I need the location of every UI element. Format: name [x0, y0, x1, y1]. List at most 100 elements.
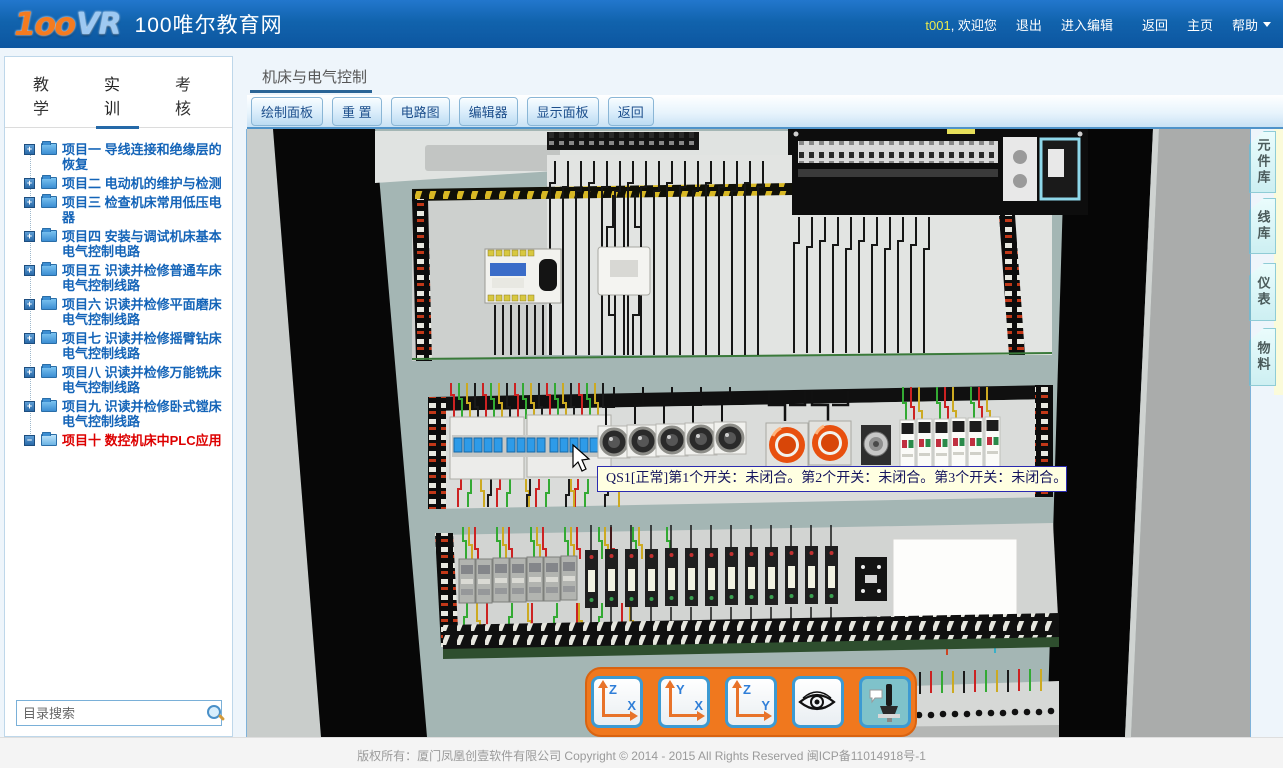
header-menu: t001, 欢迎您 退出 进入编辑 返回 主页 帮助 — [925, 0, 1271, 48]
page-title: 机床与电气控制 — [262, 66, 367, 87]
view-yx-button[interactable]: Y X — [658, 676, 710, 728]
top-header-bar: 1oo VR 100唯尔教育网 t001, 欢迎您 退出 进入编辑 返回 主页 … — [0, 0, 1283, 48]
view-zy-button[interactable]: Z Y — [725, 676, 777, 728]
push-button-2[interactable] — [627, 425, 659, 457]
plus-icon[interactable]: + — [24, 401, 35, 412]
tab-practice[interactable]: 实训 — [90, 69, 145, 127]
sidebar-item-project-7[interactable]: + 项目七 识读并检修摇臂钻床电气控制线路 — [5, 329, 228, 363]
plus-icon[interactable]: + — [24, 299, 35, 310]
editor-button[interactable]: 编辑器 — [459, 97, 518, 126]
circuit-diagram-button[interactable]: 电路图 — [391, 97, 450, 126]
eye-icon — [795, 680, 839, 724]
logout-link[interactable]: 退出 — [1016, 15, 1042, 34]
tab-assessment[interactable]: 考核 — [161, 69, 216, 127]
emergency-stop-button-2[interactable] — [809, 421, 851, 465]
tree-item-label: 项目二 电动机的维护与检测 — [62, 176, 222, 191]
circuit-breaker-group-qs1[interactable] — [450, 415, 611, 479]
folder-icon — [41, 332, 57, 344]
status-tooltip: QS1[正常]第1个开关：未闭合。第2个开关：未闭合。第3个开关：未闭合。 — [597, 466, 1067, 492]
contactor-group[interactable] — [459, 556, 577, 603]
site-logo[interactable]: 1oo VR — [14, 5, 121, 43]
sidebar-tabs: 教学 实训 考核 — [5, 57, 232, 128]
tree-item-label: 项目五 识读并检修普通车床电气控制线路 — [62, 263, 222, 293]
scene-toolbar: 绘制面板 重 置 电路图 编辑器 显示面板 返回 — [247, 95, 1283, 129]
3d-viewport[interactable]: QS1[正常]第1个开关：未闭合。第2个开关：未闭合。第3个开关：未闭合。 Z … — [246, 129, 1251, 737]
footer: 版权所有：厦门凤凰创壹软件有限公司 Copyright © 2014 - 201… — [0, 737, 1283, 768]
tree-item-label: 项目一 导线连接和绝缘层的恢复 — [62, 142, 222, 172]
tab-materials[interactable]: 物料 — [1249, 328, 1276, 386]
tree-item-label: 项目九 识读并检修卧式镗床电气控制线路 — [62, 399, 222, 429]
sidebar-item-project-5[interactable]: + 项目五 识读并检修普通车床电气控制线路 — [5, 261, 228, 295]
folder-icon — [41, 298, 57, 310]
draw-panel-button[interactable]: 绘制面板 — [251, 97, 323, 126]
view-zx-button[interactable]: Z X — [591, 676, 643, 728]
return-button[interactable]: 返回 — [608, 97, 654, 126]
display-panel-button[interactable]: 显示面板 — [527, 97, 599, 126]
push-button-4[interactable] — [685, 423, 717, 455]
help-menu[interactable]: 帮助 — [1232, 15, 1271, 34]
logo-vr-icon: VR — [76, 7, 120, 42]
catalog-search-box — [16, 700, 222, 726]
plus-icon[interactable]: + — [24, 265, 35, 276]
selector-button[interactable] — [861, 425, 891, 465]
logo-100-icon: 1oo — [14, 5, 74, 43]
sidebar-item-project-1[interactable]: + 项目一 导线连接和绝缘层的恢复 — [5, 140, 228, 174]
tab-instruments[interactable]: 仪表 — [1249, 263, 1276, 321]
back-link[interactable]: 返回 — [1142, 15, 1168, 34]
page-title-underline — [250, 90, 372, 93]
enter-edit-link[interactable]: 进入编辑 — [1061, 15, 1113, 34]
push-button-3[interactable] — [656, 424, 688, 456]
sidebar-item-project-9[interactable]: + 项目九 识读并检修卧式镗床电气控制线路 — [5, 397, 228, 431]
sidebar-item-project-6[interactable]: + 项目六 识读并检修平面磨床电气控制线路 — [5, 295, 228, 329]
site-name: 100唯尔教育网 — [135, 9, 283, 39]
plus-icon[interactable]: + — [24, 197, 35, 208]
top-panel-bar — [425, 145, 560, 171]
project-tree: + 项目一 导线连接和绝缘层的恢复 + 项目二 电动机的维护与检测 + 项目三 … — [5, 128, 232, 450]
help-label: 帮助 — [1232, 15, 1258, 34]
view-control-toolbar: Z X Y X Z Y — [585, 667, 917, 737]
plc-label — [947, 129, 975, 134]
search-input[interactable] — [17, 706, 205, 721]
sidebar-item-project-8[interactable]: + 项目八 识读并检修万能铣床电气控制线路 — [5, 363, 228, 397]
sidebar-item-project-2[interactable]: + 项目二 电动机的维护与检测 — [5, 174, 228, 193]
plus-icon[interactable]: + — [24, 231, 35, 242]
junction-box[interactable] — [855, 557, 887, 601]
3d-scene — [247, 129, 1250, 737]
plc-unit[interactable] — [788, 129, 1088, 215]
copyright-text: 版权所有：厦门凤凰创壹软件有限公司 Copyright © 2014 - 201… — [357, 749, 926, 763]
tree-item-label: 项目十 数控机床中PLC应用 — [62, 433, 222, 448]
folder-icon — [41, 230, 57, 242]
push-button-1[interactable] — [598, 426, 630, 458]
open-folder-icon — [41, 434, 57, 446]
sidebar-item-project-4[interactable]: + 项目四 安装与调试机床基本电气控制电路 — [5, 227, 228, 261]
push-button-5[interactable] — [714, 422, 746, 454]
plus-icon[interactable]: + — [24, 144, 35, 155]
folder-icon — [41, 264, 57, 276]
tab-component-library[interactable]: 元件库 — [1249, 131, 1276, 193]
course-sidebar: 教学 实训 考核 + 项目一 导线连接和绝缘层的恢复 + 项目二 电动机的维护与… — [4, 56, 233, 737]
home-link[interactable]: 主页 — [1187, 15, 1213, 34]
tab-teaching[interactable]: 教学 — [19, 69, 74, 127]
search-icon[interactable] — [205, 703, 217, 723]
sidebar-item-project-3[interactable]: + 项目三 检查机床常用低压电器 — [5, 193, 228, 227]
terminal-row — [435, 523, 1059, 659]
tree-item-label: 项目三 检查机床常用低压电器 — [62, 195, 222, 225]
probe-tool-button[interactable] — [859, 676, 911, 728]
eye-view-button[interactable] — [792, 676, 844, 728]
plus-icon[interactable]: + — [24, 367, 35, 378]
tree-item-label: 项目七 识读并检修摇臂钻床电气控制线路 — [62, 331, 222, 361]
tree-item-label: 项目六 识读并检修平面磨床电气控制线路 — [62, 297, 222, 327]
minus-icon[interactable]: − — [24, 435, 35, 446]
emergency-stop-button-1[interactable] — [766, 423, 808, 467]
folder-icon — [41, 400, 57, 412]
axis-yx-icon: Y X — [661, 679, 707, 725]
reset-button[interactable]: 重 置 — [332, 97, 382, 126]
folder-icon — [41, 143, 57, 155]
plus-icon[interactable]: + — [24, 333, 35, 344]
sidebar-item-project-10[interactable]: − 项目十 数控机床中PLC应用 — [5, 431, 228, 450]
folder-icon — [41, 196, 57, 208]
axis-zy-icon: Z Y — [728, 679, 774, 725]
plus-icon[interactable]: + — [24, 178, 35, 189]
tab-wire-library[interactable]: 线库 — [1249, 198, 1276, 254]
folder-icon — [41, 177, 57, 189]
